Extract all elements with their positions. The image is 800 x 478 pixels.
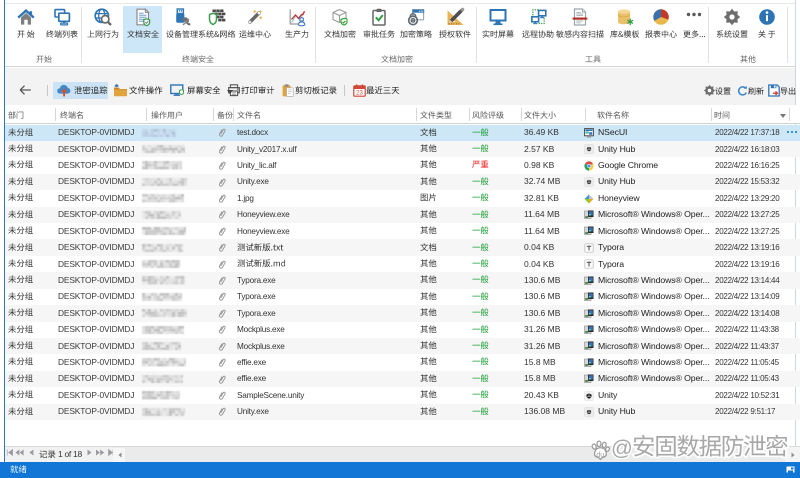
svg-text:du: du — [596, 452, 604, 459]
svg-text:23: 23 — [356, 91, 363, 97]
